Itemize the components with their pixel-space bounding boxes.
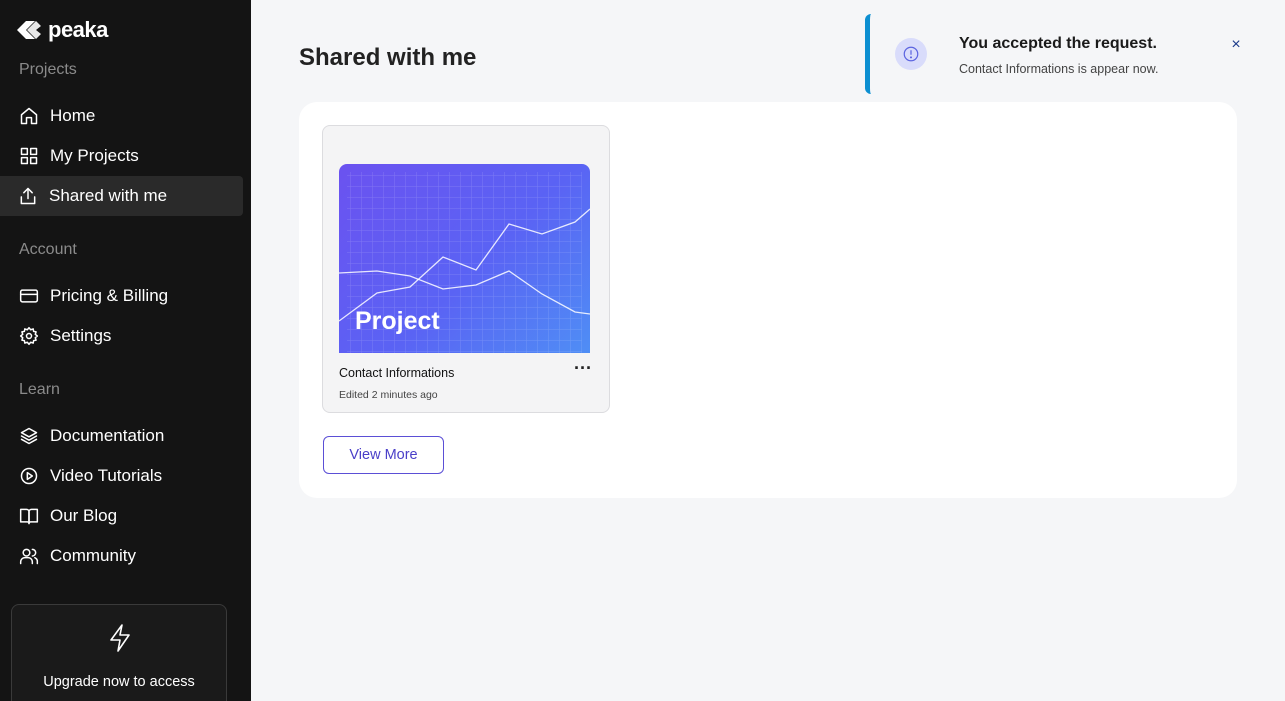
sidebar-item-label: Community: [50, 546, 136, 565]
sidebar-item-label: My Projects: [50, 146, 139, 165]
sidebar-item-video-tutorials[interactable]: Video Tutorials: [0, 456, 243, 496]
project-card[interactable]: Project Contact Informations Edited 2 mi…: [322, 125, 610, 413]
users-icon: [19, 546, 39, 566]
sidebar: peaka Projects Home My Projects Shared w…: [0, 0, 251, 701]
project-name: Contact Informations: [339, 366, 455, 380]
sidebar-item-label: Video Tutorials: [50, 466, 163, 485]
brand-name: peaka: [48, 17, 108, 42]
sidebar-item-home[interactable]: Home: [0, 96, 243, 136]
sidebar-item-label: Our Blog: [50, 506, 118, 525]
sidebar-item-pricing-billing[interactable]: Pricing & Billing: [0, 276, 243, 316]
page-title: Shared with me: [299, 44, 477, 71]
sidebar-item-settings[interactable]: Settings: [0, 316, 243, 356]
upgrade-text: Upgrade now to access: [43, 674, 195, 690]
credit-card-icon: [19, 286, 39, 306]
project-thumbnail[interactable]: Project: [339, 164, 590, 353]
bolt-icon: [108, 624, 132, 652]
sidebar-item-label: Pricing & Billing: [50, 286, 169, 305]
layers-icon: [19, 426, 39, 446]
close-icon[interactable]: ×: [1227, 36, 1245, 54]
sidebar-item-documentation[interactable]: Documentation: [0, 416, 243, 456]
toast-title: You accepted the request.: [959, 35, 1157, 52]
section-account: Account: [19, 241, 77, 258]
sidebar-item-shared-with-me[interactable]: Shared with me: [0, 176, 243, 216]
thumbnail-label: Project: [355, 307, 440, 335]
share-icon: [18, 186, 38, 206]
play-circle-icon: [19, 466, 39, 486]
sidebar-item-label: Shared with me: [49, 186, 168, 205]
sidebar-item-label: Settings: [50, 326, 112, 345]
sidebar-item-community[interactable]: Community: [0, 536, 243, 576]
sidebar-item-my-projects[interactable]: My Projects: [0, 136, 243, 176]
notification-toast: You accepted the request. Contact Inform…: [865, 14, 1255, 94]
home-icon: [19, 106, 39, 126]
book-icon: [19, 506, 39, 526]
grid-icon: [19, 146, 39, 166]
sidebar-item-label: Home: [50, 106, 96, 125]
brand-logo[interactable]: peaka: [14, 17, 108, 43]
sidebar-item-our-blog[interactable]: Our Blog: [0, 496, 243, 536]
gear-icon: [19, 326, 39, 346]
upgrade-card[interactable]: Upgrade now to access: [11, 604, 227, 701]
shared-projects-panel: Project Contact Informations Edited 2 mi…: [299, 102, 1237, 498]
info-circle-icon: [895, 38, 927, 70]
section-learn: Learn: [19, 381, 60, 398]
section-projects: Projects: [19, 61, 77, 78]
view-more-button[interactable]: View More: [323, 436, 444, 474]
sidebar-item-label: Documentation: [50, 426, 165, 445]
toast-message: Contact Informations is appear now.: [959, 62, 1159, 76]
peaka-logo-icon: [17, 21, 41, 39]
more-options-icon[interactable]: ···: [571, 359, 595, 382]
project-edited-time: Edited 2 minutes ago: [339, 389, 438, 401]
